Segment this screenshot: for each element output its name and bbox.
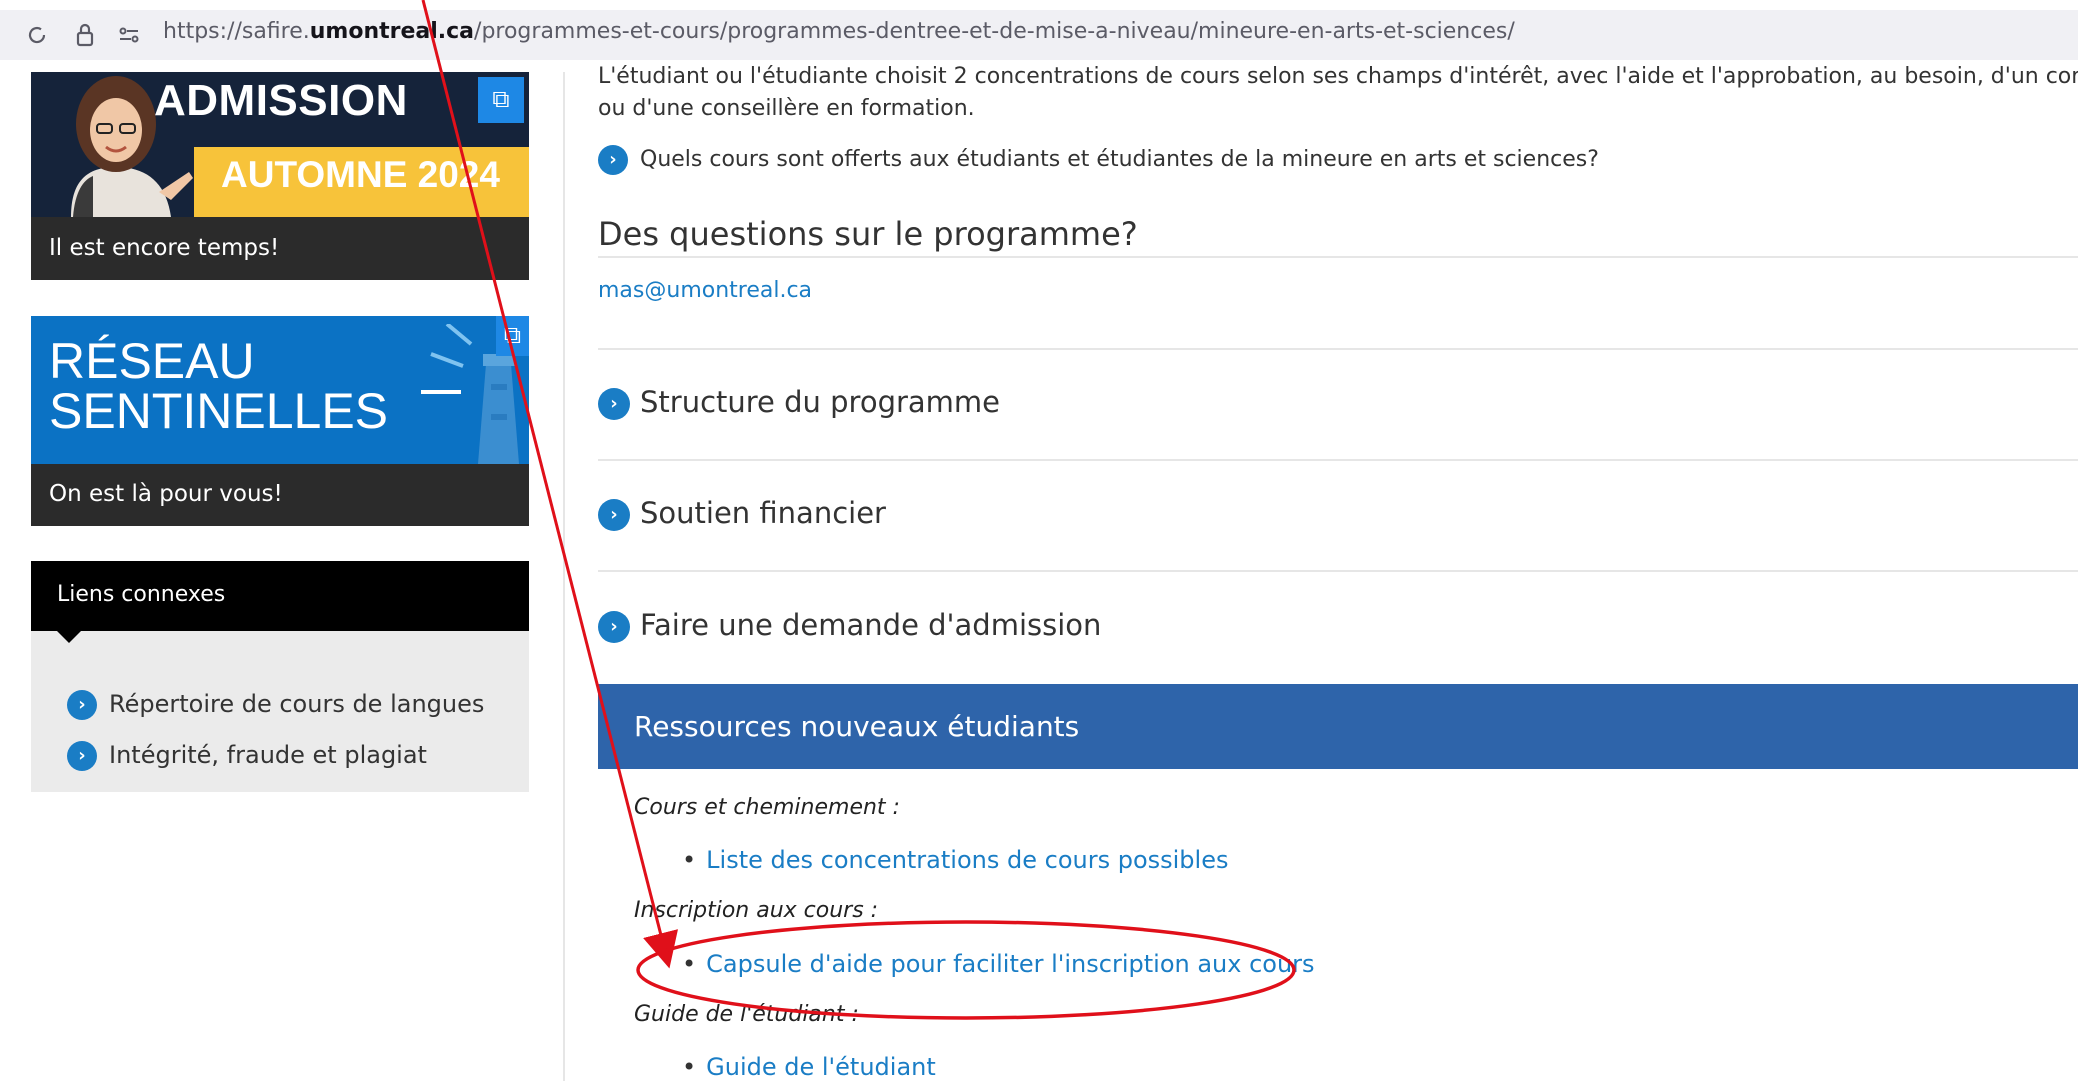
admission-title: ADMISSION	[154, 76, 408, 125]
reseau-title-line2: SENTINELLES	[49, 383, 389, 439]
related-link-label: Intégrité, fraude et plagiat	[109, 741, 427, 769]
url-domain: umontreal.ca	[309, 19, 475, 44]
bullet: •	[682, 846, 697, 874]
external-link-icon: ⧉	[496, 316, 529, 356]
address-bar: https://safire.umontreal.ca/programmes-e…	[0, 0, 2078, 70]
url-text[interactable]: https://safire.umontreal.ca/programmes-e…	[163, 19, 1515, 44]
resource-link-student-guide[interactable]: • Guide de l'étudiant	[682, 1053, 936, 1081]
chevron-right-icon: ›	[67, 741, 97, 771]
resources-title: Ressources nouveaux étudiants	[634, 710, 1080, 743]
header-notch	[57, 631, 81, 643]
accordion-label: Faire une demande d'admission	[640, 608, 1102, 642]
related-links-title: Liens connexes	[57, 582, 226, 607]
external-link-icon: ⧉	[478, 77, 524, 123]
site-permissions-icon[interactable]	[116, 22, 142, 48]
reload-icon[interactable]	[24, 22, 50, 48]
section-divider	[598, 570, 2078, 572]
related-link-label: Répertoire de cours de langues	[109, 690, 485, 718]
section-divider	[598, 459, 2078, 461]
contact-email-link[interactable]: mas@umontreal.ca	[598, 278, 812, 303]
resource-link-label[interactable]: Capsule d'aide pour faciliter l'inscript…	[706, 950, 1314, 978]
bullet: •	[682, 950, 697, 978]
intro-text-line2: ou d'une conseillère en formation.	[598, 96, 975, 121]
faq-link-label: Quels cours sont offerts aux étudiants e…	[640, 147, 1599, 172]
accordion-apply[interactable]: › Faire une demande d'admission	[598, 608, 1101, 643]
reseau-caption: On est là pour vous!	[49, 481, 283, 507]
accordion-financial-support[interactable]: › Soutien financier	[598, 496, 886, 531]
related-link-integrity[interactable]: › Intégrité, fraude et plagiat	[67, 741, 427, 771]
chevron-right-icon: ›	[598, 499, 630, 531]
resource-link-label[interactable]: Liste des concentrations de cours possib…	[706, 846, 1228, 874]
admission-season: AUTOMNE 2024	[221, 154, 500, 195]
bullet: •	[682, 1053, 697, 1081]
admission-banner[interactable]: ADMISSION AUTOMNE 2024 Il est encore tem…	[31, 72, 529, 280]
accordion-structure[interactable]: › Structure du programme	[598, 385, 1000, 420]
resource-section-label: Inscription aux cours :	[634, 898, 879, 923]
questions-heading: Des questions sur le programme?	[598, 215, 1138, 253]
admission-caption: Il est encore temps!	[49, 235, 280, 261]
related-links-panel: Liens connexes › Répertoire de cours de l…	[31, 561, 529, 792]
chevron-right-icon: ›	[67, 690, 97, 720]
accordion-label: Soutien financier	[640, 496, 886, 530]
lock-icon[interactable]	[72, 22, 98, 48]
accordion-label: Structure du programme	[640, 385, 1001, 419]
url-prefix: https://safire.	[163, 19, 310, 44]
heading-rule	[598, 256, 2078, 258]
section-divider	[598, 348, 2078, 350]
resource-link-label[interactable]: Guide de l'étudiant	[706, 1053, 936, 1081]
resource-section-label: Cours et cheminement :	[634, 795, 900, 820]
related-link-language-courses[interactable]: › Répertoire de cours de langues	[67, 690, 484, 720]
chevron-right-icon: ›	[598, 388, 630, 420]
column-divider	[563, 72, 565, 1081]
chevron-right-icon: ›	[598, 611, 630, 643]
reseau-title-line1: RÉSEAU	[49, 333, 255, 389]
resource-link-concentrations[interactable]: • Liste des concentrations de cours possi…	[682, 846, 1228, 874]
faq-link[interactable]: › Quels cours sont offerts aux étudiants …	[598, 145, 1599, 175]
intro-text-line1: L'étudiant ou l'étudiante choisit 2 conc…	[598, 64, 2078, 89]
chevron-right-icon: ›	[598, 145, 628, 175]
resource-section-label: Guide de l'étudiant :	[634, 1002, 859, 1027]
resource-link-registration-capsule[interactable]: • Capsule d'aide pour faciliter l'inscrip…	[682, 950, 1315, 978]
resources-header-bar: Ressources nouveaux étudiants	[598, 684, 2078, 769]
url-path: /programmes-et-cours/programmes-dentree-…	[474, 19, 1515, 44]
reseau-sentinelles-banner[interactable]: RÉSEAU SENTINELLES ⧉ On est là pour vous…	[31, 316, 529, 526]
